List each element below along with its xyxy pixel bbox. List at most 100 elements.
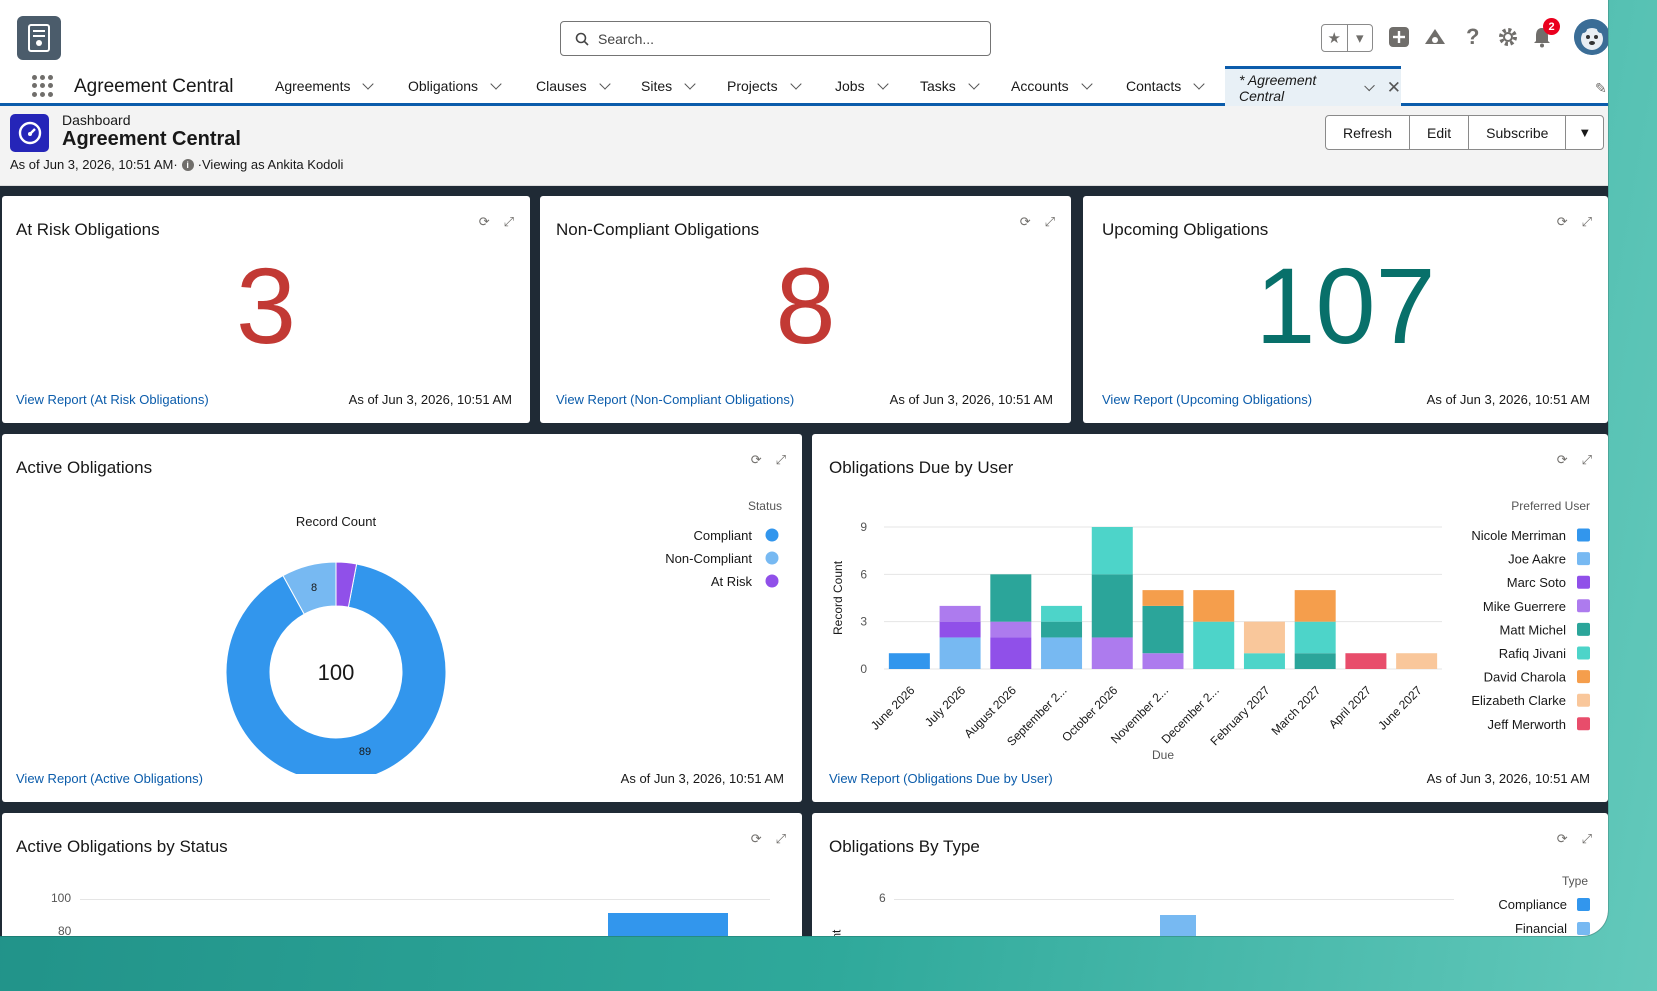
legend-label: David Charola bbox=[1484, 670, 1567, 685]
expand-icon[interactable]: ⤢ bbox=[504, 214, 514, 230]
view-report-link[interactable]: View Report (Active Obligations) bbox=[16, 771, 203, 786]
bar-segment bbox=[1294, 621, 1336, 654]
nav-item-sites[interactable]: Sites bbox=[641, 78, 696, 94]
chevron-down-icon[interactable] bbox=[789, 78, 802, 90]
chevron-down-icon[interactable] bbox=[968, 78, 980, 90]
tab-label: * Agreement Central bbox=[1239, 71, 1317, 104]
global-actions-icon[interactable] bbox=[1388, 26, 1410, 48]
refresh-icon[interactable]: ⟳ bbox=[1557, 452, 1568, 468]
chevron-down-icon[interactable] bbox=[684, 78, 696, 90]
notification-badge: 2 bbox=[1543, 18, 1560, 35]
org-logo[interactable] bbox=[17, 16, 61, 60]
view-report-link[interactable]: View Report (Non-Compliant Obligations) bbox=[556, 392, 794, 407]
legend-item: Compliance bbox=[1498, 897, 1590, 912]
legend-label: Joe Aakre bbox=[1508, 552, 1566, 567]
expand-icon[interactable]: ⤢ bbox=[776, 452, 786, 468]
breadcrumb[interactable]: Dashboard bbox=[62, 112, 131, 128]
chevron-down-icon[interactable] bbox=[598, 78, 611, 90]
gridline bbox=[894, 899, 1454, 900]
legend-label: Elizabeth Clarke bbox=[1471, 693, 1566, 708]
expand-icon[interactable]: ⤢ bbox=[1582, 214, 1592, 230]
nav-item-tasks[interactable]: Tasks bbox=[920, 78, 980, 94]
y-tick: 80 bbox=[58, 924, 72, 936]
refresh-icon[interactable]: ⟳ bbox=[479, 214, 490, 230]
timestamp: As of Jun 3, 2026, 10:51 AM bbox=[889, 392, 1053, 407]
chevron-down-icon[interactable]: ▾ bbox=[1348, 25, 1373, 51]
bar-segment bbox=[1243, 653, 1285, 669]
legend-label: Compliant bbox=[693, 528, 752, 543]
card-actions: ⟳ ⤢ bbox=[479, 214, 514, 230]
edit-button[interactable]: Edit bbox=[1410, 116, 1470, 149]
nav-label: Projects bbox=[727, 78, 778, 94]
search-input[interactable]: Search... bbox=[560, 21, 991, 56]
y-tick-label: 3 bbox=[860, 615, 867, 629]
legend-swatch bbox=[1577, 599, 1590, 613]
expand-icon[interactable]: ⤢ bbox=[1582, 831, 1592, 847]
nav-item-obligations[interactable]: Obligations bbox=[408, 78, 502, 94]
view-report-link[interactable]: View Report (At Risk Obligations) bbox=[16, 392, 209, 407]
refresh-icon[interactable]: ⟳ bbox=[1557, 831, 1568, 847]
nav-item-accounts[interactable]: Accounts bbox=[1011, 78, 1093, 94]
bar-segment bbox=[1142, 605, 1184, 654]
bar-segment bbox=[939, 621, 981, 638]
expand-icon[interactable]: ⤢ bbox=[776, 831, 786, 847]
view-report-link[interactable]: View Report (Upcoming Obligations) bbox=[1102, 392, 1312, 407]
type-card: Obligations By Type ⟳⤢ 6 unt Type Compli… bbox=[812, 813, 1608, 936]
legend-label: Financial bbox=[1514, 921, 1567, 936]
view-report-link[interactable]: View Report (Obligations Due by User) bbox=[829, 771, 1053, 786]
nav-label: Clauses bbox=[536, 78, 587, 94]
y-tick-label: 9 bbox=[860, 520, 867, 534]
favorites-button[interactable]: ★ ▾ bbox=[1321, 24, 1373, 52]
chevron-down-icon[interactable] bbox=[876, 78, 889, 90]
chevron-down-icon[interactable] bbox=[490, 78, 502, 90]
star-icon[interactable]: ★ bbox=[1322, 25, 1348, 51]
nav-item-agreements[interactable]: Agreements bbox=[275, 78, 375, 94]
nav-item-projects[interactable]: Projects bbox=[727, 78, 802, 94]
metric-value: 3 bbox=[235, 245, 297, 366]
card-actions: ⟳ ⤢ bbox=[1020, 214, 1055, 230]
legend-swatch bbox=[1577, 898, 1590, 911]
card-actions: ⟳ ⤢ bbox=[1557, 452, 1592, 468]
status-card: Active Obligations by Status ⟳ ⤢ 100 80 bbox=[2, 813, 802, 936]
more-actions-button[interactable]: ▼ bbox=[1566, 116, 1603, 149]
tab-agreement-central[interactable]: * Agreement Central ✕ bbox=[1225, 66, 1401, 106]
legend-swatch bbox=[1577, 670, 1590, 684]
expand-icon[interactable]: ⤢ bbox=[1045, 214, 1055, 230]
refresh-icon[interactable]: ⟳ bbox=[1557, 214, 1568, 230]
chart-title: Record Count bbox=[296, 514, 377, 529]
legend-swatch bbox=[1577, 717, 1590, 731]
app-launcher-icon[interactable] bbox=[32, 75, 54, 97]
x-tick-label: April 2027 bbox=[1326, 683, 1374, 731]
help-icon[interactable]: ? bbox=[1466, 24, 1479, 50]
nav-item-clauses[interactable]: Clauses bbox=[536, 78, 611, 94]
gear-icon[interactable] bbox=[1497, 26, 1519, 48]
expand-icon[interactable]: ⤢ bbox=[1582, 452, 1592, 468]
refresh-icon[interactable]: ⟳ bbox=[1020, 214, 1031, 230]
nav-item-jobs[interactable]: Jobs bbox=[835, 78, 889, 94]
chevron-down-icon[interactable] bbox=[362, 78, 375, 90]
timestamp: As of Jun 3, 2026, 10:51 AM bbox=[1426, 771, 1590, 786]
subscribe-button[interactable]: Subscribe bbox=[1469, 116, 1567, 149]
refresh-icon[interactable]: ⟳ bbox=[751, 831, 762, 847]
y-axis-label: unt bbox=[829, 930, 843, 936]
nav-label: Tasks bbox=[920, 78, 956, 94]
chevron-down-icon[interactable] bbox=[1080, 78, 1093, 90]
chevron-down-icon[interactable] bbox=[1363, 80, 1375, 91]
nav-item-contacts[interactable]: Contacts bbox=[1126, 78, 1205, 94]
as-of-text: As of Jun 3, 2026, 10:51 AM· i ·Viewing … bbox=[10, 157, 343, 172]
bar-segment bbox=[1142, 590, 1184, 606]
bar-segment bbox=[1041, 637, 1083, 669]
refresh-button[interactable]: Refresh bbox=[1326, 116, 1411, 149]
x-tick-label: July 2026 bbox=[922, 683, 968, 729]
refresh-icon[interactable]: ⟳ bbox=[751, 452, 762, 468]
edit-nav-icon[interactable]: ✎ bbox=[1595, 80, 1607, 97]
trailhead-icon[interactable] bbox=[1423, 26, 1447, 48]
user-avatar[interactable] bbox=[1574, 19, 1608, 55]
info-icon[interactable]: i bbox=[181, 158, 194, 171]
close-icon[interactable]: ✕ bbox=[1387, 78, 1401, 98]
donut-chart: Record Count 89 8 100 Status Compliant Non-Com… bbox=[225, 499, 782, 774]
legend-swatch bbox=[1577, 693, 1590, 707]
chevron-down-icon[interactable] bbox=[1193, 78, 1205, 90]
bar-segment bbox=[990, 621, 1032, 638]
bar-segment bbox=[990, 637, 1032, 669]
